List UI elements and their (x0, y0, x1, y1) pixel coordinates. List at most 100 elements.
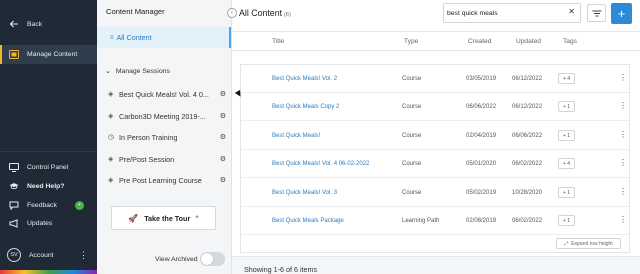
row-tags[interactable]: + 1 (558, 215, 575, 226)
nav-account[interactable]: SV Account ⋮ (0, 242, 97, 268)
row-type: Course (402, 104, 422, 110)
all-content-item[interactable]: ≡ All Content (97, 27, 231, 48)
table-row[interactable]: Best Quick Meals! Vol. 2 Course 03/05/20… (241, 65, 629, 93)
row-created: 05/02/2019 (466, 190, 497, 196)
add-content-button[interactable]: + (611, 3, 632, 24)
table-footer: Showing 1-6 of 6 items (232, 256, 640, 274)
row-tags[interactable]: + 1 (558, 187, 575, 198)
nav-updates-label: Updates (27, 219, 53, 227)
expand-icon: ⤢ (564, 240, 569, 247)
gear-icon[interactable]: ⚙ (218, 155, 226, 163)
row-type: Course (402, 161, 422, 167)
row-menu-icon[interactable]: ⋮ (619, 187, 627, 196)
table-header: Title Type Created Updated Tags (232, 31, 640, 51)
row-title[interactable]: Best Quick Meals! Vol. 2 (272, 76, 337, 82)
collapse-panel-button[interactable]: ‹ (227, 8, 237, 18)
gear-icon[interactable]: ⚙ (218, 176, 226, 184)
view-archived-toggle[interactable] (200, 252, 225, 266)
session-label: Pre/Post Session (119, 154, 175, 164)
megaphone-icon (9, 218, 19, 228)
row-menu-icon[interactable]: ⋮ (619, 73, 627, 82)
row-created: 03/05/2019 (466, 76, 497, 82)
row-created: 02/04/2019 (466, 133, 497, 139)
row-menu-icon[interactable]: ⋮ (619, 158, 627, 167)
toggle-knob (201, 253, 213, 265)
nav-need-help[interactable]: Need Help? (0, 177, 97, 195)
row-tags[interactable]: + 4 (558, 73, 575, 84)
nav-manage-content-label: Manage Content (27, 51, 78, 58)
manage-sessions-toggle[interactable]: ⌄ Manage Sessions (105, 67, 170, 76)
row-created: 02/08/2019 (466, 218, 497, 224)
row-tags[interactable]: + 1 (558, 101, 575, 112)
nav-feedback-label: Feedback (27, 201, 57, 209)
column-header-title[interactable]: Title (272, 38, 284, 45)
row-tags[interactable]: + 4 (558, 158, 575, 169)
column-header-tags[interactable]: Tags (563, 38, 577, 45)
table-row[interactable]: Best Quick Meals! Vol. 3 Course 05/02/20… (241, 179, 629, 207)
row-menu-icon[interactable]: ⋮ (619, 130, 627, 139)
take-tour-button[interactable]: 🚀 Take the Tour + (111, 206, 216, 230)
nav-feedback[interactable]: Feedback + (0, 196, 97, 214)
row-type: Course (402, 76, 422, 82)
view-archived-label: View Archived (155, 256, 198, 263)
app-root: Back Manage Content Control Panel Need H… (0, 0, 640, 274)
row-title[interactable]: Best Quick Meals Copy 2 (272, 104, 339, 110)
more-vertical-icon[interactable]: ⋮ (79, 250, 88, 260)
session-item[interactable]: ◷ In Person Training ⚙ (108, 129, 226, 145)
row-title[interactable]: Best Quick Meals Package (272, 218, 344, 224)
session-item[interactable]: ◈ Pre/Post Session ⚙ (108, 151, 226, 167)
clear-search-icon[interactable]: ✕ (568, 7, 575, 16)
plus-icon: + (617, 6, 626, 21)
row-updated: 06/06/2022 (512, 133, 543, 139)
filter-button[interactable] (587, 4, 606, 22)
row-updated: 06/12/2022 (512, 76, 543, 82)
column-header-type[interactable]: Type (404, 38, 418, 45)
column-header-created[interactable]: Created (468, 38, 491, 45)
gear-icon[interactable]: ⚙ (218, 133, 226, 141)
brand-strip (0, 270, 97, 274)
content-icon (9, 50, 19, 60)
table-row[interactable]: Best Quick Meals Copy 2 Course 06/06/202… (241, 93, 629, 121)
nav-control-panel[interactable]: Control Panel (0, 158, 97, 176)
rocket-icon: 🚀 (128, 213, 139, 223)
list-icon: ≡ (110, 34, 114, 41)
page-title-text: All Content (239, 8, 283, 18)
session-label: In Person Training (119, 132, 178, 142)
nav-manage-content[interactable]: Manage Content (0, 45, 97, 64)
main-content: All Content(6) ✕ + Title Type Created Up… (232, 0, 640, 274)
table-row[interactable]: Best Quick Meals! Course 02/04/2019 06/0… (241, 122, 629, 150)
session-item[interactable]: ◈ Best Quick Meals! Vol. 4 0... ⚙ (108, 86, 226, 102)
all-content-label: All Content (116, 33, 152, 42)
session-label: Best Quick Meals! Vol. 4 0... (119, 89, 209, 99)
session-item[interactable]: ◈ Carbon3D Meeting 2019-... ⚙ (108, 108, 226, 124)
column-header-updated[interactable]: Updated (516, 38, 541, 45)
row-updated: 10/28/2020 (512, 190, 543, 196)
manage-sessions-label: Manage Sessions (115, 67, 170, 75)
gear-icon[interactable]: ⚙ (218, 90, 226, 98)
row-type: Course (402, 133, 422, 139)
filter-icon (592, 10, 601, 16)
table-row[interactable]: Best Quick Meals Package Learning Path 0… (241, 207, 629, 235)
table-row[interactable]: Best Quick Meals! Vol. 4 06-02-2022 Cour… (241, 150, 629, 178)
row-title[interactable]: Best Quick Meals! Vol. 4 06-02-2022 (272, 161, 369, 167)
nav-back[interactable]: Back (0, 15, 97, 33)
search-input[interactable] (447, 7, 565, 19)
item-count: (6) (284, 12, 291, 18)
session-item[interactable]: ◈ Pre Post Learning Course ⚙ (108, 172, 226, 188)
row-title[interactable]: Best Quick Meals! (272, 133, 320, 139)
row-menu-icon[interactable]: ⋮ (619, 215, 627, 224)
arrow-left-icon (9, 19, 19, 29)
row-tags[interactable]: + 1 (558, 130, 575, 141)
main-nav: Back Manage Content Control Panel Need H… (0, 0, 97, 274)
panel-title: Content Manager (106, 7, 165, 16)
take-tour-label: Take the Tour (144, 213, 191, 223)
nav-divider (0, 151, 97, 152)
row-title[interactable]: Best Quick Meals! Vol. 3 (272, 190, 337, 196)
row-created: 06/06/2022 (466, 104, 497, 110)
nav-updates[interactable]: Updates (0, 214, 97, 232)
expand-row-height-button[interactable]: ⤢ Expand row height (556, 238, 621, 249)
gear-icon[interactable]: ⚙ (218, 112, 226, 120)
session-label: Pre Post Learning Course (119, 175, 202, 185)
row-menu-icon[interactable]: ⋮ (619, 101, 627, 110)
chat-icon (9, 200, 19, 210)
